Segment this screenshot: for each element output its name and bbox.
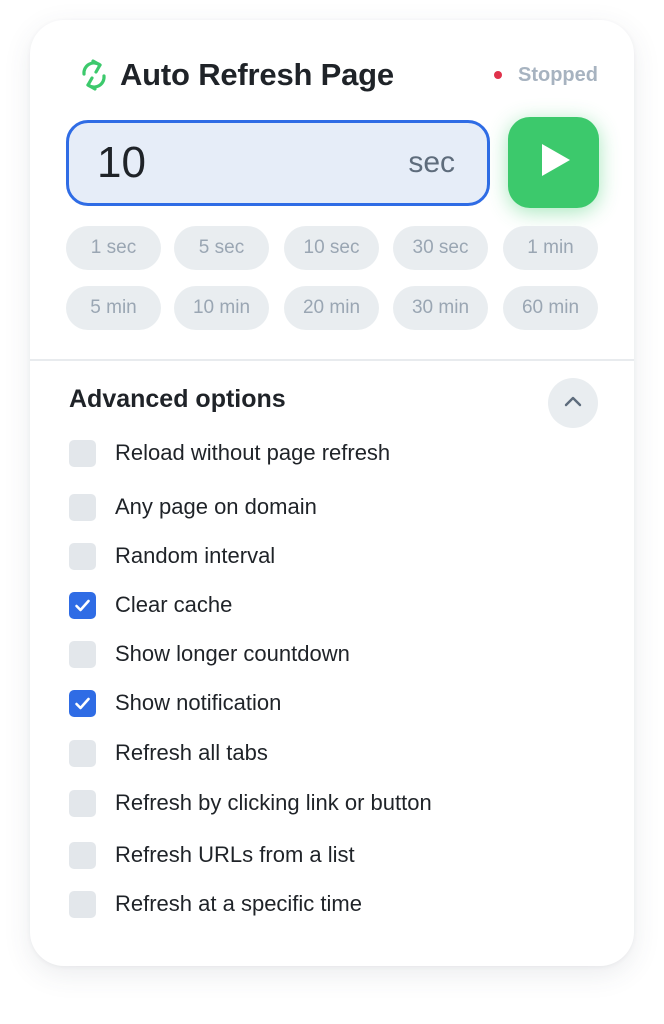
checkbox[interactable] bbox=[69, 493, 96, 521]
option-random-interval[interactable]: Random interval bbox=[69, 541, 275, 571]
header: Auto Refresh Page Stopped bbox=[76, 50, 598, 100]
preset-20-min[interactable]: 20 min bbox=[284, 286, 379, 330]
option-reload-without-page-refresh[interactable]: Reload without page refresh bbox=[69, 438, 390, 468]
preset-5-min[interactable]: 5 min bbox=[66, 286, 161, 330]
check-icon bbox=[75, 697, 90, 709]
status-dot-icon bbox=[494, 71, 502, 79]
preset-30-sec[interactable]: 30 sec bbox=[393, 226, 488, 270]
checkbox[interactable] bbox=[69, 890, 96, 918]
option-label: Show notification bbox=[115, 690, 282, 715]
interval-value[interactable]: 10 bbox=[97, 138, 408, 188]
status-indicator: Stopped bbox=[494, 64, 598, 87]
option-refresh-all-tabs[interactable]: Refresh all tabs bbox=[69, 738, 268, 768]
preset-30-min[interactable]: 30 min bbox=[393, 286, 488, 330]
start-button[interactable] bbox=[508, 117, 599, 208]
option-refresh-urls-from-list[interactable]: Refresh URLs from a list bbox=[69, 840, 355, 870]
option-label: Random interval bbox=[115, 543, 276, 568]
preset-60-min[interactable]: 60 min bbox=[503, 286, 598, 330]
checkbox[interactable] bbox=[69, 640, 96, 668]
status-text: Stopped bbox=[518, 63, 598, 86]
preset-5-sec[interactable]: 5 sec bbox=[174, 226, 269, 270]
option-label: Refresh URLs from a list bbox=[115, 842, 355, 867]
checkbox[interactable] bbox=[69, 542, 96, 570]
option-label: Show longer countdown bbox=[115, 641, 350, 666]
check-icon bbox=[75, 599, 90, 611]
interval-unit: sec bbox=[408, 146, 455, 179]
checkbox[interactable] bbox=[69, 789, 96, 817]
checkbox-checked[interactable] bbox=[69, 591, 96, 619]
option-any-page-on-domain[interactable]: Any page on domain bbox=[69, 492, 317, 522]
option-clear-cache[interactable]: Clear cache bbox=[69, 590, 232, 620]
option-label: Refresh at a specific time bbox=[115, 891, 362, 916]
checkbox[interactable] bbox=[69, 739, 96, 767]
option-show-notification[interactable]: Show notification bbox=[69, 688, 281, 718]
chevron-up-icon bbox=[563, 394, 583, 413]
option-refresh-by-clicking-link[interactable]: Refresh by clicking link or button bbox=[69, 788, 432, 818]
preset-1-sec[interactable]: 1 sec bbox=[66, 226, 161, 270]
interval-input[interactable]: 10 sec bbox=[66, 120, 490, 206]
option-show-longer-countdown[interactable]: Show longer countdown bbox=[69, 639, 350, 669]
advanced-options-title: Advanced options bbox=[69, 385, 286, 413]
preset-1-min[interactable]: 1 min bbox=[503, 226, 598, 270]
option-label: Any page on domain bbox=[115, 494, 317, 519]
refresh-cycle-icon bbox=[76, 53, 112, 97]
option-refresh-at-specific-time[interactable]: Refresh at a specific time bbox=[69, 889, 362, 919]
collapse-advanced-button[interactable] bbox=[548, 378, 598, 428]
section-divider bbox=[30, 359, 634, 361]
preset-10-sec[interactable]: 10 sec bbox=[284, 226, 379, 270]
option-label: Refresh by clicking link or button bbox=[115, 790, 432, 815]
preset-10-min[interactable]: 10 min bbox=[174, 286, 269, 330]
checkbox[interactable] bbox=[69, 439, 96, 467]
option-label: Reload without page refresh bbox=[115, 440, 391, 465]
play-icon bbox=[534, 140, 574, 185]
option-label: Clear cache bbox=[115, 592, 233, 617]
checkbox-checked[interactable] bbox=[69, 689, 96, 717]
checkbox[interactable] bbox=[69, 841, 96, 869]
app-title: Auto Refresh Page bbox=[120, 57, 394, 92]
option-label: Refresh all tabs bbox=[115, 740, 268, 765]
